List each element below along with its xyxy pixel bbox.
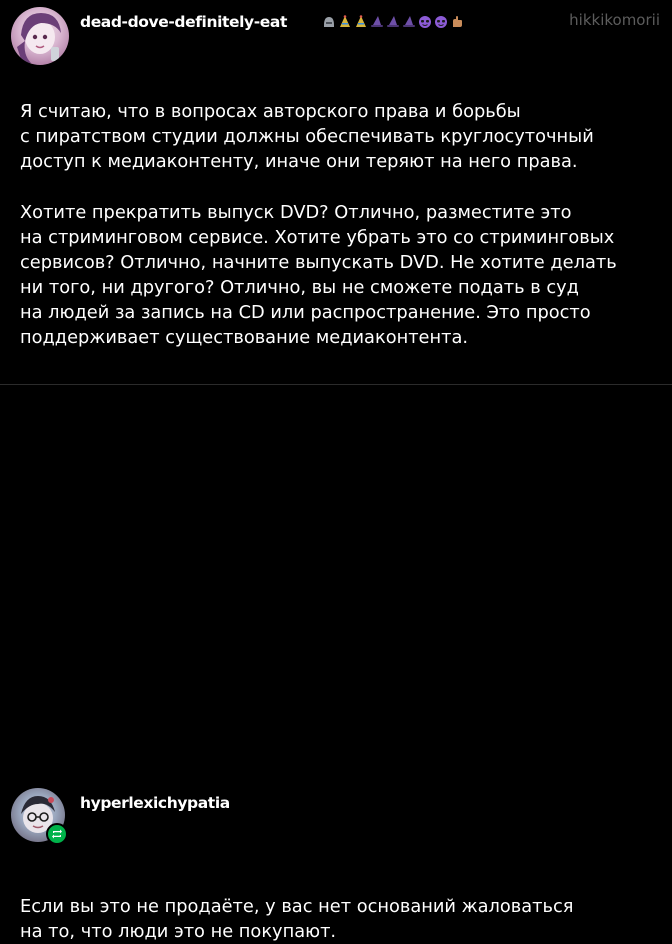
text-line: доступ к медиаконтенту, иначе они теряют… bbox=[20, 151, 578, 172]
reblog-badge bbox=[46, 823, 68, 845]
text-line: на людей за запись на CD или распростран… bbox=[20, 302, 591, 323]
text-line: на то, что люди это не покупают. bbox=[20, 921, 337, 942]
post-paragraph: Если вы это не продаёте, у вас нет основ… bbox=[20, 894, 573, 944]
witch-hat-icon[interactable] bbox=[402, 14, 416, 30]
text-line: с пиратством студии должны обеспечивать … bbox=[20, 126, 594, 147]
helmet-icon[interactable] bbox=[322, 14, 336, 30]
post-paragraph: Я считаю, что в вопросах авторского прав… bbox=[20, 99, 594, 174]
username[interactable]: dead-dove-definitely-eat bbox=[80, 13, 287, 31]
witch-hat-icon[interactable] bbox=[386, 14, 400, 30]
text-line: ни того, ни другого? Отлично, вы не смож… bbox=[20, 277, 579, 298]
username[interactable]: hyperlexichypatia bbox=[80, 794, 230, 812]
party-hat-icon[interactable] bbox=[354, 14, 368, 30]
text-line: Я считаю, что в вопросах авторского прав… bbox=[20, 101, 521, 122]
text-line: поддерживает существование медиаконтента… bbox=[20, 327, 469, 348]
watermark: hikkikomorii bbox=[569, 11, 660, 29]
smiley-glasses-icon[interactable] bbox=[418, 14, 432, 30]
party-hat-icon[interactable] bbox=[338, 14, 352, 30]
post-paragraph: Хотите прекратить выпуск DVD? Отлично, р… bbox=[20, 200, 617, 350]
reblog-icon bbox=[52, 829, 62, 839]
witch-hat-icon[interactable] bbox=[370, 14, 384, 30]
user-badges bbox=[322, 11, 464, 33]
text-line: на стриминговом сервисе. Хотите убрать э… bbox=[20, 227, 615, 248]
post-hyperlexichypatia: hyperlexichypatia Если вы это не продаёт… bbox=[0, 384, 672, 942]
avatar-portrait-icon bbox=[17, 13, 61, 65]
text-line: сервисов? Отлично, начните выпускать DVD… bbox=[20, 252, 617, 273]
text-line: Хотите прекратить выпуск DVD? Отлично, р… bbox=[20, 202, 572, 223]
hand-icon[interactable] bbox=[450, 14, 464, 30]
avatar[interactable] bbox=[11, 7, 69, 65]
text-line: Если вы это не продаёте, у вас нет основ… bbox=[20, 896, 574, 917]
smiley-glasses-icon[interactable] bbox=[434, 14, 448, 30]
post-dead-dove: dead-dove-definitely-eat hikkikomorii Я … bbox=[0, 0, 672, 384]
